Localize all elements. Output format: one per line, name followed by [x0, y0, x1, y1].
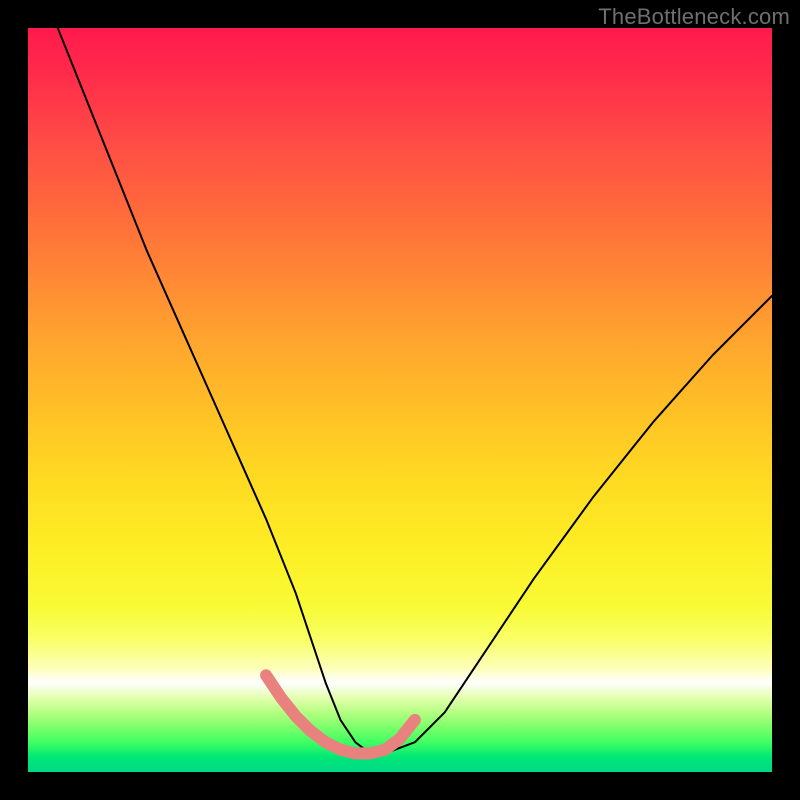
watermark-text: TheBottleneck.com [598, 4, 790, 30]
series-bottleneck-curve [58, 28, 772, 753]
chart-svg [28, 28, 772, 772]
chart-frame: TheBottleneck.com [0, 0, 800, 800]
series-optimal-range-highlight [266, 675, 415, 753]
plot-outer-border [28, 28, 772, 772]
